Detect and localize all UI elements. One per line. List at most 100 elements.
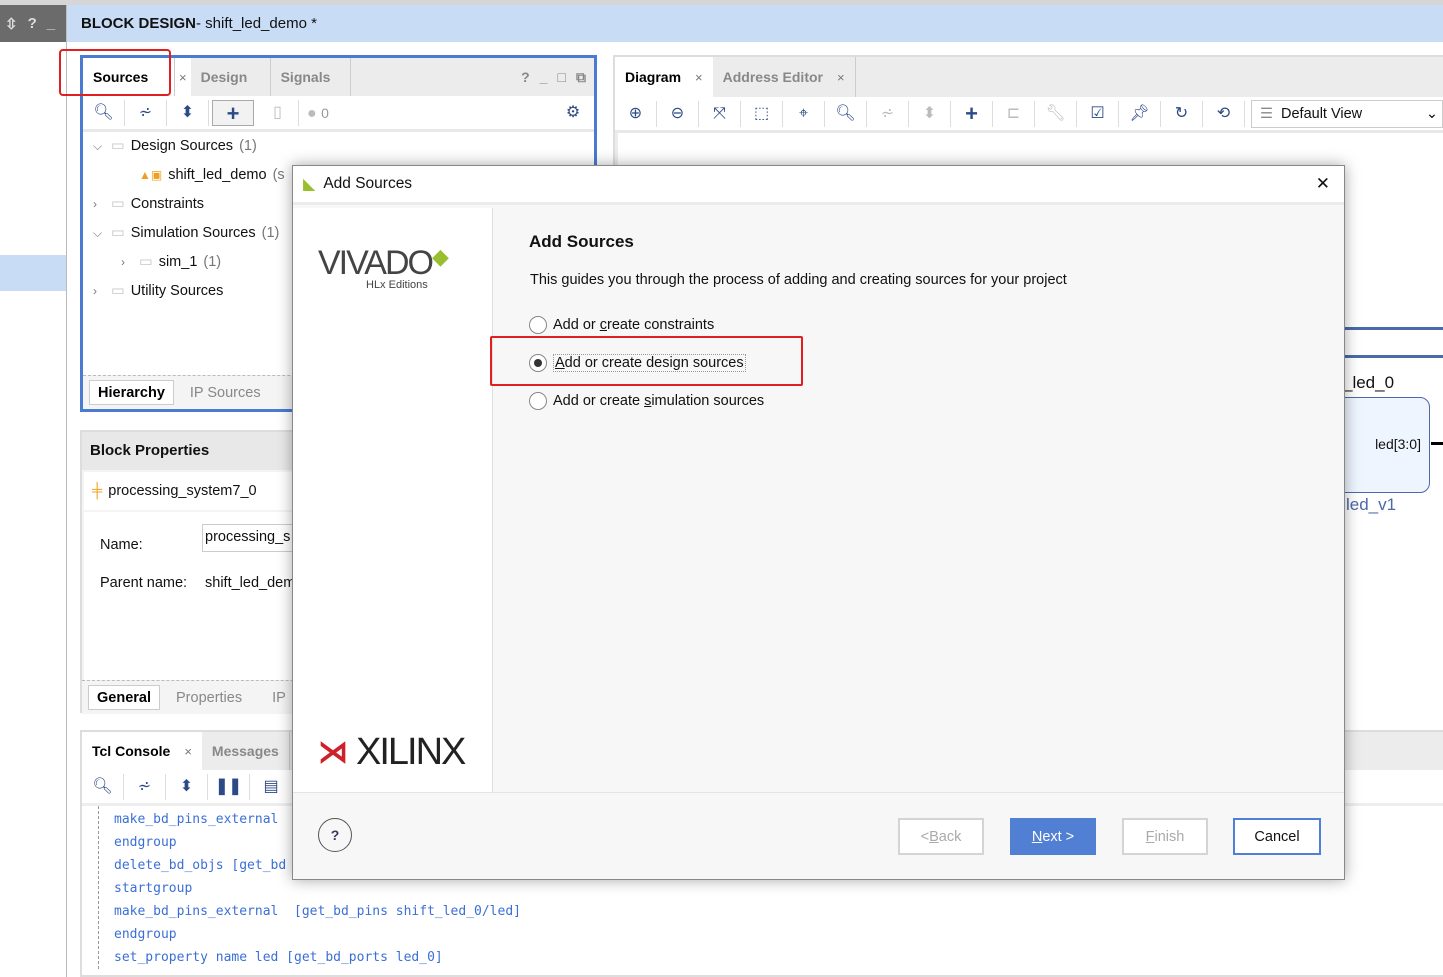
finish-button[interactable]: Finish <box>1122 818 1208 855</box>
pin-icon[interactable]: 📌︎ <box>1119 100 1161 127</box>
chevron-down-icon: ⌵ <box>93 138 103 153</box>
block-design-header: BLOCK DESIGN - shift_led_demo * <box>67 5 1443 42</box>
close-icon: × <box>179 69 187 85</box>
tree-item-sim-1[interactable]: › ▭ sim_1 (1) <box>121 254 221 270</box>
tree-item-constraints[interactable]: › ▭ Constraints <box>93 196 204 212</box>
expand-all-icon[interactable]: ⬍ <box>166 773 208 800</box>
add-ip-icon[interactable]: + <box>951 100 993 127</box>
folder-icon: ▭ <box>111 283 125 299</box>
pause-icon[interactable]: ❚❚ <box>208 773 250 800</box>
collapse-icon[interactable]: ⩫ <box>867 100 909 127</box>
tab-diagram[interactable]: Diagram × <box>615 57 713 97</box>
regenerate-icon[interactable]: ⟲ <box>1203 100 1245 127</box>
tree-item-design-sources[interactable]: ⌵ ▭ Design Sources (1) <box>93 138 257 154</box>
tab-sources-close[interactable]: × <box>175 58 191 96</box>
select-area-icon[interactable]: ⬚ <box>741 100 783 127</box>
folder-icon: ▭ <box>139 254 153 270</box>
fit-icon[interactable]: ⤧ <box>699 100 741 127</box>
close-icon[interactable]: ✕ <box>1316 174 1344 194</box>
search-icon[interactable]: 🔍︎ <box>82 773 124 800</box>
parent-name-label: Parent name: <box>100 575 188 591</box>
chevron-right-icon: › <box>93 197 97 211</box>
wrench-icon[interactable]: 🔧︎ <box>1035 100 1077 127</box>
unknown-file-icon[interactable]: ▯ <box>257 99 299 126</box>
diagram-toolbar: ⊕ ⊖ ⤧ ⬚ ⌖ 🔍︎ ⩫ ⬍ + ⊏ 🔧︎ ☑ 📌︎ ↻ ⟲ ☰ Defaul… <box>615 97 1443 133</box>
cancel-button[interactable]: Cancel <box>1233 818 1321 855</box>
rail-toolbar: ⇳ ? _ <box>0 5 66 42</box>
maximize-icon[interactable]: □ <box>558 69 566 85</box>
name-label: Name: <box>100 537 143 553</box>
next-button[interactable]: Next > <box>1010 818 1096 855</box>
search-icon[interactable]: 🔍︎ <box>83 99 125 126</box>
dialog-title: Add Sources <box>323 175 413 192</box>
expand-icon[interactable]: ⬍ <box>909 100 951 127</box>
tab-messages[interactable]: Messages <box>202 732 290 770</box>
vivado-logo: VIVADO◆ HLx Editions <box>318 244 449 291</box>
layout-icon: ☰ <box>1260 105 1273 122</box>
tab-ip-sources[interactable]: IP Sources <box>182 380 269 405</box>
route-icon[interactable]: ⊏ <box>993 100 1035 127</box>
tab-general[interactable]: General <box>88 685 160 710</box>
minimize-icon[interactable]: _ <box>540 69 548 85</box>
add-icon[interactable]: + <box>212 99 254 126</box>
minimize-icon[interactable]: _ <box>47 15 55 32</box>
block-type-name: led_v1 <box>1346 495 1397 514</box>
tab-signals[interactable]: Signals <box>271 58 351 96</box>
refresh-icon[interactable]: ↻ <box>1161 100 1203 127</box>
tab-hierarchy[interactable]: Hierarchy <box>89 380 174 405</box>
collapse-all-icon[interactable]: ⩫ <box>125 99 167 126</box>
console-line: startgroup <box>114 881 193 896</box>
sort-icon[interactable]: ⇳ <box>5 15 18 33</box>
tab-address-editor[interactable]: Address Editor × <box>713 57 856 97</box>
help-icon[interactable]: ? <box>521 69 530 85</box>
center-icon[interactable]: ⌖ <box>783 100 825 127</box>
ip-block-icon: ╪ <box>92 483 103 499</box>
help-button[interactable]: ? <box>318 818 352 852</box>
console-line: set_property name led [get_bd_ports led_… <box>114 950 443 965</box>
tree-item-shift-led-demo[interactable]: ▲▣ shift_led_demo (s <box>139 167 285 183</box>
zoom-in-icon[interactable]: ⊕ <box>615 100 657 127</box>
float-icon[interactable]: ⧉ <box>576 69 586 86</box>
option-simulation-sources[interactable]: Add or create simulation sources <box>529 392 764 410</box>
chevron-right-icon: › <box>121 255 125 269</box>
port-label: led[3:0] <box>1375 436 1421 452</box>
chevron-down-icon: ⌵ <box>93 225 103 240</box>
left-rail <box>0 5 67 977</box>
help-icon[interactable]: ? <box>28 15 37 32</box>
rail-selected-item[interactable] <box>0 255 66 291</box>
zoom-out-icon[interactable]: ⊖ <box>657 100 699 127</box>
chevron-right-icon: › <box>93 284 97 298</box>
tree-item-utility-sources[interactable]: › ▭ Utility Sources <box>93 283 223 299</box>
sources-toolbar: 🔍︎ ⩫ ⬍ + ▯ ● 0 ⚙ <box>83 96 594 132</box>
collapse-all-icon[interactable]: ⩫ <box>124 773 166 800</box>
back-button[interactable]: < Back <box>898 818 984 855</box>
header-title: BLOCK DESIGN <box>81 15 197 32</box>
option-constraints[interactable]: Add or create constraints <box>529 316 714 334</box>
xilinx-logo: ⋊ XILINX <box>318 731 466 773</box>
gear-icon[interactable]: ⚙ <box>552 100 594 126</box>
validate-icon[interactable]: ☑ <box>1077 100 1119 127</box>
dialog-brand-panel: VIVADO◆ HLx Editions ⋊ XILINX <box>293 208 493 793</box>
tab-design[interactable]: Design <box>191 58 271 96</box>
radio-button <box>529 392 547 410</box>
view-select[interactable]: ☰ Default View ⌄ <box>1251 99 1443 128</box>
design-sources-highlight <box>490 336 803 386</box>
console-line: make_bd_pins_external [get_bd_pins shift… <box>114 904 521 919</box>
block-instance-name: _led_0 <box>1343 373 1395 392</box>
clear-icon[interactable]: ▤ <box>250 774 292 800</box>
port-connector[interactable] <box>1431 442 1443 445</box>
folder-icon: ▭ <box>111 138 125 154</box>
dialog-heading: Add Sources <box>529 232 634 251</box>
search-icon[interactable]: 🔍︎ <box>825 100 867 127</box>
console-line: endgroup <box>114 927 177 942</box>
dialog-title-bar: ◣ Add Sources ✕ <box>293 166 1344 205</box>
folder-icon: ▭ <box>111 196 125 212</box>
tab-tcl-console[interactable]: Tcl Console × <box>82 732 202 770</box>
tab-ip[interactable]: IP <box>264 685 294 710</box>
chevron-down-icon: ⌄ <box>1425 105 1438 122</box>
close-icon: × <box>836 69 845 85</box>
tree-item-simulation-sources[interactable]: ⌵ ▭ Simulation Sources (1) <box>93 225 279 241</box>
tab-properties[interactable]: Properties <box>168 685 250 710</box>
expand-all-icon[interactable]: ⬍ <box>167 99 209 126</box>
header-design-name: - shift_led_demo * <box>196 15 317 32</box>
